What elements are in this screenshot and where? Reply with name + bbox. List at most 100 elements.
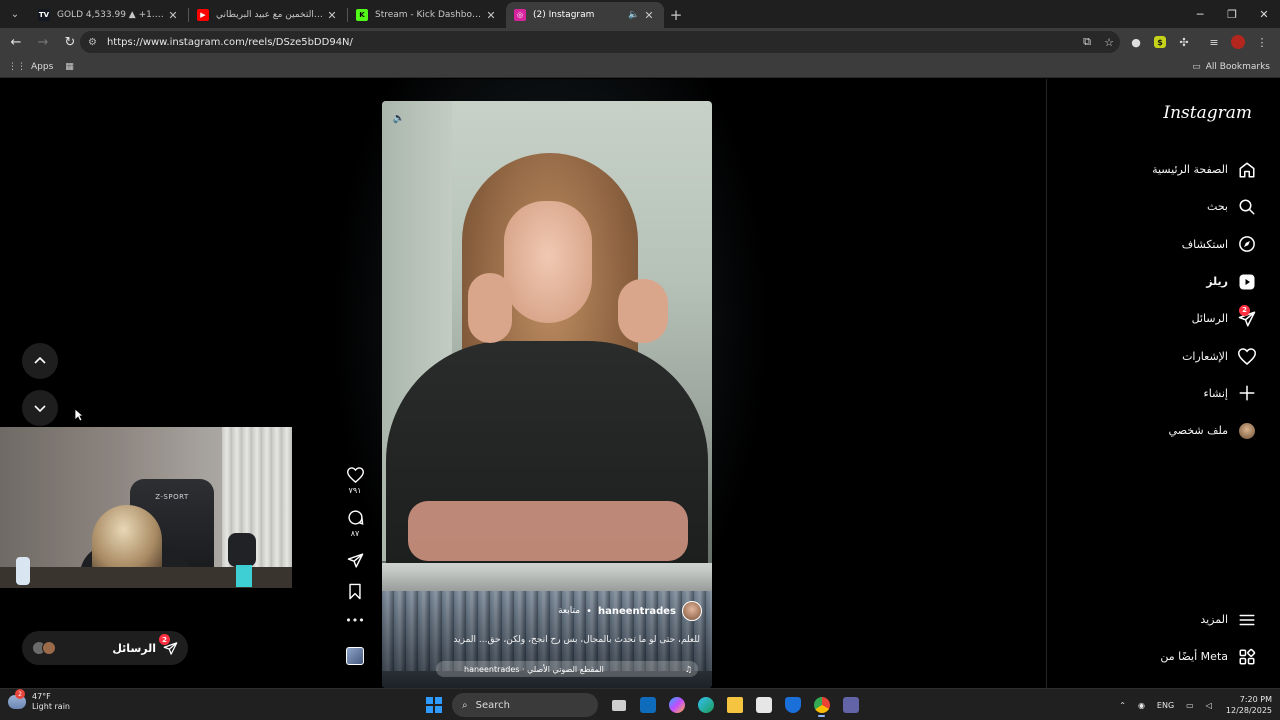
- language-indicator[interactable]: ENG: [1157, 701, 1174, 710]
- previous-reel-button[interactable]: [22, 343, 58, 379]
- nav-messages[interactable]: الرسائل 2: [1096, 300, 1256, 337]
- follow-button[interactable]: متابعة: [558, 606, 580, 616]
- task-view-icon: [611, 699, 626, 711]
- network-icon[interactable]: ▭: [1186, 701, 1194, 710]
- tray-overflow-icon[interactable]: ⌃: [1119, 701, 1126, 710]
- weather-text: 47°F Light rain: [32, 692, 70, 712]
- minimize-button[interactable]: ─: [1184, 0, 1216, 28]
- taskbar-apps: ⌕ Search: [422, 692, 865, 718]
- nav-create[interactable]: إنشاء: [1096, 375, 1256, 412]
- clock-date: 12/28/2025: [1225, 706, 1272, 715]
- task-view-button[interactable]: [604, 692, 633, 718]
- extension-circle-icon: ●: [1131, 35, 1141, 49]
- extension-button[interactable]: $: [1148, 30, 1172, 54]
- nav-also-from-meta-label: أيضًا من Meta: [1160, 650, 1228, 663]
- weather-badge: 2: [15, 689, 25, 699]
- edge-icon: [697, 697, 714, 713]
- chevron-down-icon: ⌄: [10, 8, 20, 20]
- paper-plane-icon: [347, 553, 363, 568]
- browser-tab[interactable]: ◎ (2) Instagram 🔈 ✕: [506, 2, 664, 28]
- comment-button[interactable]: ٨٧: [347, 509, 364, 538]
- nav-notifications[interactable]: الإشعارات: [1096, 337, 1256, 374]
- outlook-app[interactable]: [633, 692, 662, 718]
- clock-time: 7:20 PM: [1239, 695, 1272, 704]
- cast-icon[interactable]: ⧉: [1076, 35, 1098, 49]
- nav-also-from-meta[interactable]: أيضًا من Meta: [1096, 638, 1256, 675]
- tab-close-icon[interactable]: ✕: [325, 9, 339, 22]
- tab-close-icon[interactable]: ✕: [484, 9, 498, 22]
- site-info-icon[interactable]: ⚙: [88, 37, 97, 48]
- nav-notifications-label: الإشعارات: [1182, 349, 1228, 363]
- reel-audio-bar[interactable]: haneentrades · المقطع الصوتي الأصلي ♫: [436, 661, 698, 677]
- tab-close-icon[interactable]: ✕: [642, 9, 656, 22]
- file-explorer-app[interactable]: [720, 692, 749, 718]
- tab-audio-icon[interactable]: 🔈: [628, 10, 642, 20]
- copilot-app[interactable]: [662, 692, 691, 718]
- reel-username[interactable]: haneentrades: [598, 606, 676, 617]
- tab-search-button[interactable]: ⌄: [4, 3, 26, 25]
- weather-desc: Light rain: [32, 702, 70, 711]
- browser-tab[interactable]: K Stream - Kick Dashboard ✕: [348, 2, 506, 28]
- weather-widget[interactable]: 2 47°F Light rain: [8, 689, 70, 712]
- browser-tab[interactable]: TV GOLD 4,533.99 ▲ +1.22% Unn✕: [30, 2, 188, 28]
- reel-author-avatar[interactable]: [682, 601, 702, 621]
- shield-icon: [784, 697, 801, 713]
- volume-tray-icon[interactable]: ◁: [1206, 701, 1212, 710]
- discord-tray-icon[interactable]: ◉: [1138, 701, 1145, 710]
- comment-count: ٨٧: [350, 529, 360, 538]
- instagram-logo[interactable]: Instagram: [1163, 103, 1252, 123]
- microsoft-store-app[interactable]: [749, 692, 778, 718]
- extensions-menu-button[interactable]: ✣: [1172, 30, 1196, 54]
- teams-app[interactable]: [836, 692, 865, 718]
- close-window-button[interactable]: ✕: [1248, 0, 1280, 28]
- start-button[interactable]: [426, 697, 442, 713]
- messages-pill[interactable]: الرسائل 2: [22, 631, 188, 665]
- extension-button[interactable]: ●: [1124, 30, 1148, 54]
- browser-toolbar: ← → ↻ ⚙ https://www.instagram.com/reels/…: [0, 28, 1280, 56]
- next-reel-button[interactable]: [22, 390, 58, 426]
- back-button[interactable]: ←: [4, 30, 28, 54]
- chrome-app[interactable]: [807, 692, 836, 718]
- tab-favicon-icon: ◎: [514, 9, 526, 21]
- restore-button[interactable]: ❐: [1216, 0, 1248, 28]
- profile-button[interactable]: [1226, 30, 1250, 54]
- reel-caption[interactable]: للعلم، حتى لو ما تحدث بالمجال، بس رح انج…: [390, 635, 700, 645]
- browser-menu-button[interactable]: ⋮: [1250, 30, 1274, 54]
- all-bookmarks-button[interactable]: ▭ All Bookmarks: [1192, 56, 1270, 78]
- forward-button[interactable]: →: [31, 30, 55, 54]
- search-icon: [1238, 198, 1256, 216]
- more-options-button[interactable]: •••: [345, 614, 364, 627]
- volume-button[interactable]: 🔈: [390, 109, 408, 127]
- address-bar[interactable]: ⚙ https://www.instagram.com/reels/DSze5b…: [80, 31, 1120, 53]
- extensions-row: ● $ ✣ ≡ ⋮: [1124, 28, 1274, 56]
- bookmark-apps[interactable]: ⋮⋮ Apps: [8, 62, 53, 72]
- new-tab-button[interactable]: +: [664, 3, 688, 27]
- address-url[interactable]: https://www.instagram.com/reels/DSze5bDD…: [107, 37, 1076, 48]
- tab-close-icon[interactable]: ✕: [166, 9, 180, 22]
- bookmark-star-icon[interactable]: ☆: [1098, 36, 1120, 49]
- save-button[interactable]: [348, 583, 362, 600]
- nav-reels[interactable]: ريلز: [1096, 263, 1256, 300]
- tab-title: GOLD 4,533.99 ▲ +1.22% Unn: [57, 10, 166, 20]
- reload-button[interactable]: ↻: [58, 30, 82, 54]
- share-button[interactable]: [347, 552, 364, 569]
- browser-tab[interactable]: ▶ تحدي التخمين مع عبيد البريطاني ✕: [189, 2, 347, 28]
- nav-profile[interactable]: ملف شخصي: [1096, 412, 1256, 449]
- taskbar-search[interactable]: ⌕ Search: [452, 693, 598, 717]
- arrow-left-icon: ←: [10, 34, 22, 50]
- reel-video[interactable]: 🔈 متابعة • haneentrades للعلم، حتى لو ما…: [382, 101, 712, 688]
- nav-more[interactable]: المزيد: [1096, 601, 1256, 638]
- nav-explore[interactable]: استكشاف: [1096, 226, 1256, 263]
- nav-home[interactable]: الصفحة الرئيسية: [1096, 151, 1256, 188]
- defender-app[interactable]: [778, 692, 807, 718]
- media-control-button[interactable]: ≡: [1202, 30, 1226, 54]
- messages-pill-label-group: الرسائل 2: [112, 634, 178, 656]
- browser-tab-strip: ⌄ TVGOLD 4,533.99 ▲ +1.22% Unn✕▶تحدي الت…: [0, 0, 1280, 28]
- profile-avatar: [1231, 35, 1245, 49]
- audio-thumbnail[interactable]: [346, 647, 364, 665]
- nav-search[interactable]: بحث: [1096, 188, 1256, 225]
- system-clock[interactable]: 7:20 PM 12/28/2025: [1226, 694, 1272, 716]
- edge-app[interactable]: [691, 692, 720, 718]
- like-button[interactable]: ٧٩١: [346, 467, 364, 495]
- tab-groups-button[interactable]: ▦: [65, 62, 79, 72]
